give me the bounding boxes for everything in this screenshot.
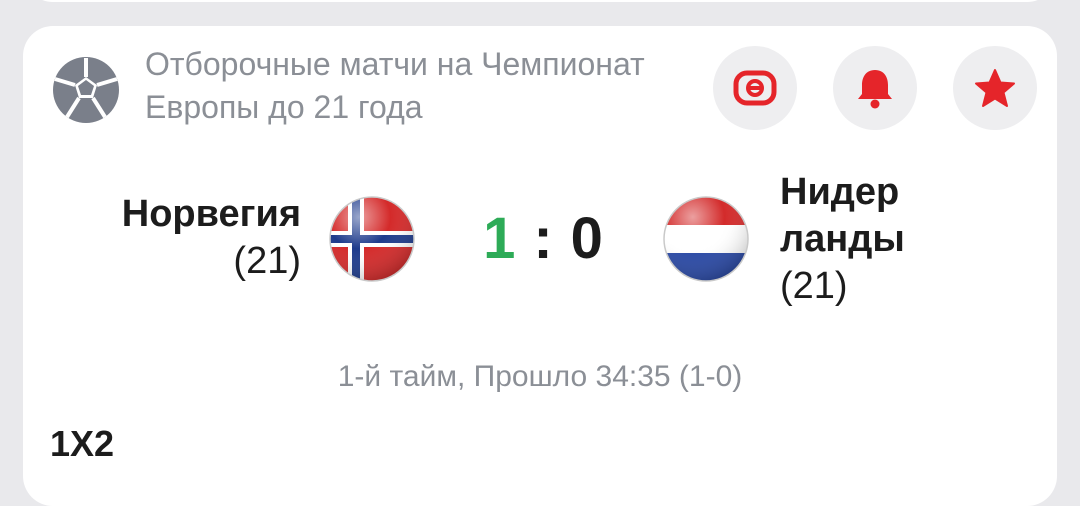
home-team-name[interactable]: Норвегия (21) <box>122 191 301 285</box>
home-score: 1 <box>483 206 516 271</box>
league-title: Отборочные матчи на Чемпионат Европы до … <box>145 46 645 125</box>
star-icon <box>975 69 1015 107</box>
favorite-button[interactable] <box>953 46 1037 130</box>
away-team-suffix: (21) <box>780 265 848 307</box>
away-team-label-2: ланды <box>780 218 905 260</box>
away-team-label-1: Нидер <box>780 171 900 213</box>
match-status: 1-й тайм, Прошло 34:35 (1-0) <box>337 360 743 393</box>
stream-button[interactable] <box>713 46 797 130</box>
notification-button[interactable] <box>833 46 917 130</box>
previous-card <box>23 0 1057 2</box>
market-title: 1X2 <box>50 423 115 464</box>
soccer-ball-icon <box>53 57 119 123</box>
away-score: 0 <box>570 206 603 271</box>
away-team-name[interactable]: Нидер ланды (21) <box>780 169 980 310</box>
score: 1 : 0 <box>463 201 623 277</box>
norway-flag-icon <box>329 196 415 282</box>
home-team-label: Норвегия <box>121 193 301 235</box>
score-separator: : <box>533 206 553 271</box>
match-card[interactable]: Отборочные матчи на Чемпионат Европы до … <box>23 26 1057 506</box>
bell-icon <box>858 70 892 109</box>
stream-icon <box>733 70 777 106</box>
netherlands-flag-icon <box>663 196 749 282</box>
home-team-suffix: (21) <box>233 240 301 282</box>
